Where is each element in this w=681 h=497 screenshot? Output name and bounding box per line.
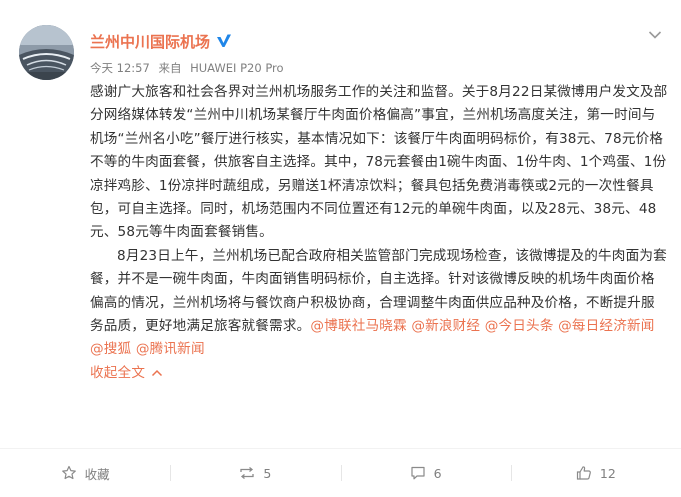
post-paragraph-2: 8月23日上午，兰州机场已配合政府相关监管部门完成现场检查，该微博提及的牛肉面为… [90, 245, 668, 362]
author-name[interactable]: 兰州中川国际机场 [90, 31, 210, 52]
collapse-label[interactable]: 收起全文 [90, 365, 145, 381]
chevron-down-icon[interactable] [648, 30, 662, 40]
collapse-toggle[interactable]: 收起全文 [90, 362, 668, 385]
post-content: 感谢广大旅客和社会各界对兰州机场服务工作的关注和监督。关于8月22日某微博用户发… [90, 81, 668, 385]
source-prefix: 来自 [158, 61, 182, 75]
weibo-post-card: 兰州中川国际机场 今天 12:57 来自 HUAWEI P20 Pro 感谢广大… [0, 0, 681, 497]
mention-link[interactable]: @腾讯新闻 [136, 341, 205, 357]
avatar[interactable] [19, 25, 74, 80]
mention-link[interactable]: @博联社马晓霖 [310, 318, 406, 334]
source-device: HUAWEI P20 Pro [190, 61, 284, 75]
post-paragraph-1: 感谢广大旅客和社会各界对兰州机场服务工作的关注和监督。关于8月22日某微博用户发… [90, 84, 668, 241]
action-bar: 收藏 5 6 12 [0, 449, 681, 497]
thumbs-up-icon [576, 466, 591, 480]
comment-icon [411, 466, 425, 480]
like-button[interactable]: 12 [510, 449, 681, 497]
comment-button[interactable]: 6 [340, 449, 511, 497]
verified-icon [217, 34, 232, 47]
mention-link[interactable]: @今日头条 [485, 318, 554, 334]
star-icon [61, 465, 76, 480]
favorite-label: 收藏 [84, 466, 110, 482]
mention-link[interactable]: @每日经济新闻 [558, 318, 654, 334]
like-count: 12 [599, 465, 616, 481]
repost-count: 5 [263, 465, 272, 481]
repost-icon [240, 466, 255, 480]
repost-button[interactable]: 5 [170, 449, 340, 497]
favorite-button[interactable]: 收藏 [0, 449, 170, 497]
mention-link[interactable]: @新浪财经 [411, 318, 480, 334]
comment-count: 6 [433, 465, 442, 481]
airport-photo-icon [19, 25, 74, 80]
post-meta: 今天 12:57 来自 HUAWEI P20 Pro [90, 60, 289, 76]
chevron-up-icon [152, 369, 163, 376]
post-time[interactable]: 今天 12:57 [90, 61, 150, 75]
mention-link[interactable]: @搜狐 [90, 341, 131, 357]
author-row: 兰州中川国际机场 [90, 30, 232, 52]
